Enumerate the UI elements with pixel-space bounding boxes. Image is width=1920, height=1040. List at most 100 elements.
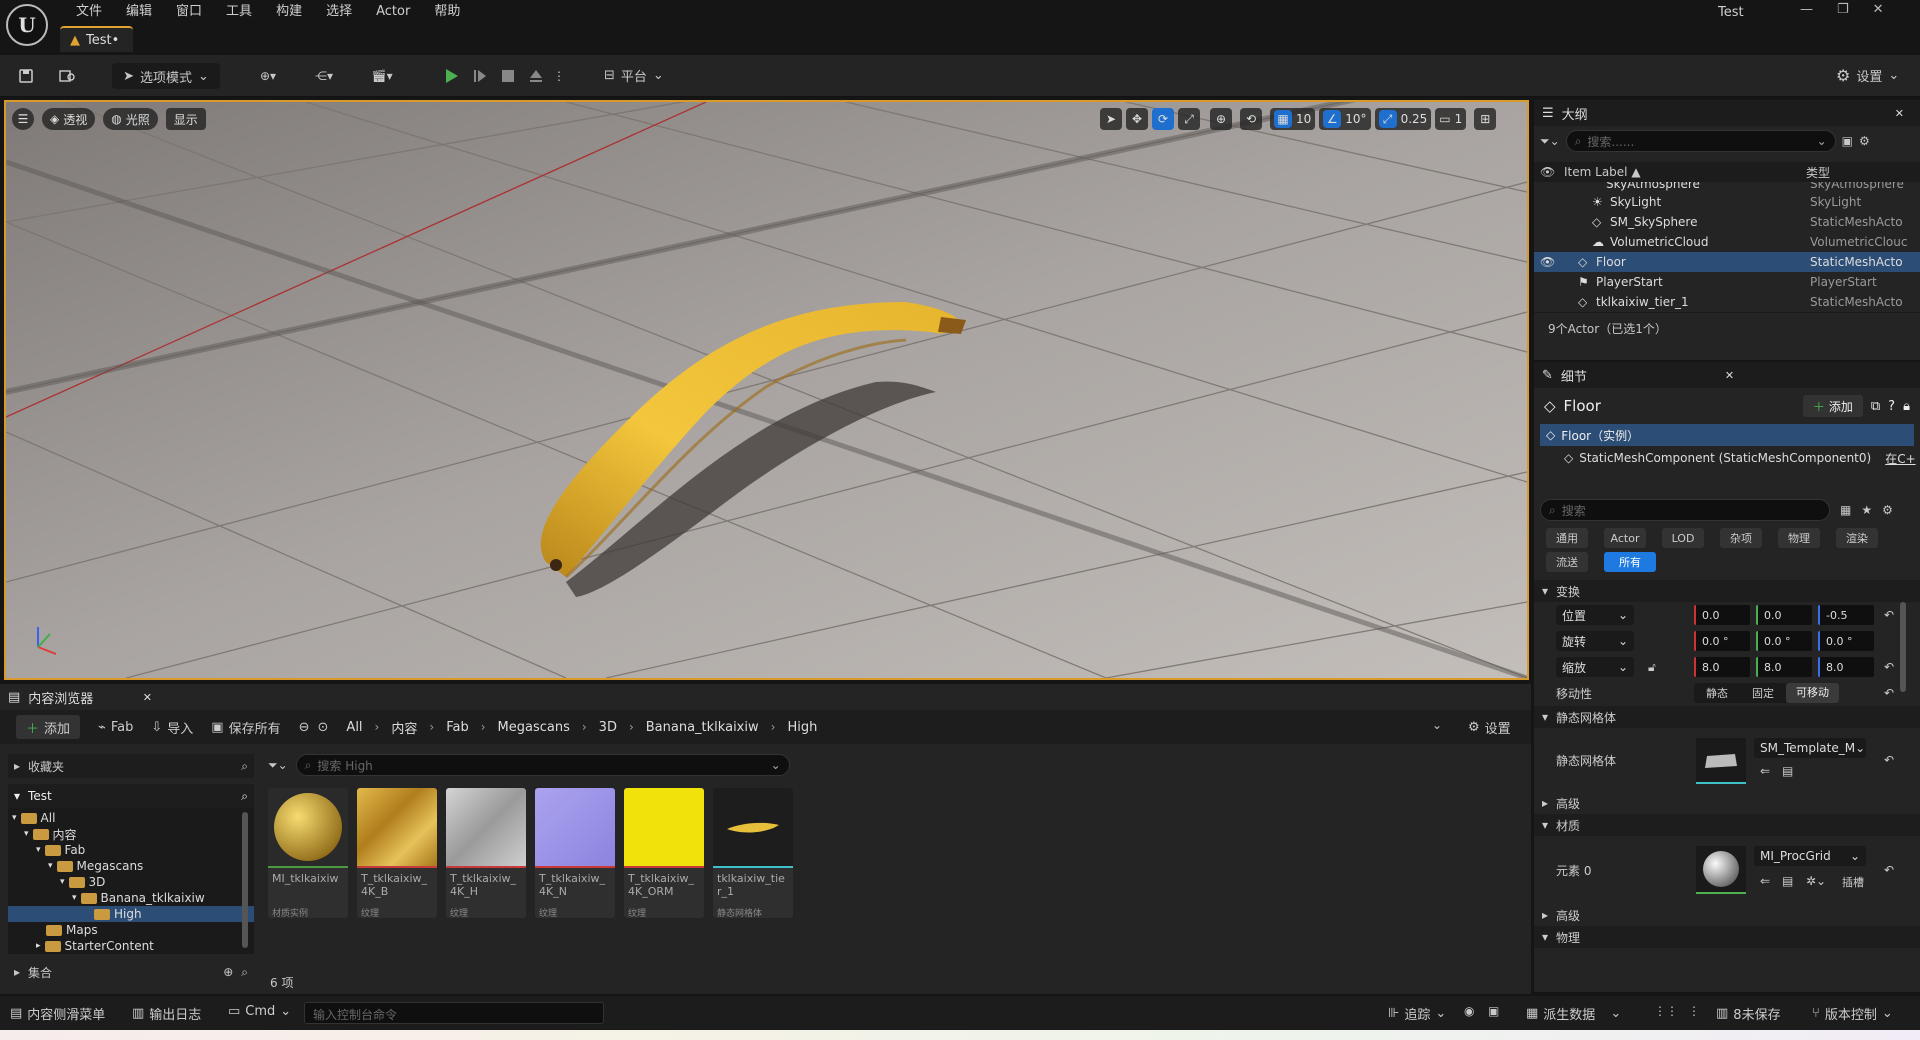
- add-component-button[interactable]: ＋ 添加: [1802, 395, 1863, 417]
- tree-item-banana[interactable]: ▾ Banana_tklkaixiw: [8, 890, 254, 906]
- rotation-y-field[interactable]: 0.0 °: [1756, 631, 1812, 651]
- tab-level-test[interactable]: ▲ Test•: [60, 26, 134, 52]
- stop-button[interactable]: [496, 62, 520, 90]
- lock-icon[interactable]: 🔓︎: [1648, 660, 1656, 675]
- move-tool-icon[interactable]: ✥: [1126, 108, 1148, 130]
- static-mesh-section-header[interactable]: ▾ 静态网格体: [1534, 706, 1920, 728]
- add-folder-icon[interactable]: ▣: [1842, 134, 1853, 148]
- category-lod[interactable]: LOD: [1662, 528, 1704, 548]
- outliner-row[interactable]: ☁ VolumetricCloud VolumetricClouc: [1534, 232, 1920, 252]
- content-browser-tab[interactable]: ▤ 内容浏览器 ✕: [0, 684, 160, 710]
- rotation-z-field[interactable]: 0.0 °: [1818, 631, 1874, 651]
- mobility-static[interactable]: 静态: [1694, 685, 1740, 701]
- materials-section-header[interactable]: ▾ 材质: [1534, 814, 1920, 836]
- viewport-menu-icon[interactable]: ☰: [12, 108, 34, 130]
- visibility-icon[interactable]: 👁︎: [1540, 255, 1555, 269]
- trace-button[interactable]: ⊪ 追踪 ⌄: [1388, 1004, 1446, 1023]
- content-add-button[interactable]: ＋ 添加: [16, 715, 81, 739]
- scale-tool-icon[interactable]: ⤢: [1178, 108, 1200, 130]
- rotation-snap-button[interactable]: ∠ 10°: [1319, 108, 1371, 130]
- mobility-stationary[interactable]: 固定: [1740, 685, 1786, 701]
- component-source-link[interactable]: 在C+: [1885, 450, 1915, 467]
- collections-header[interactable]: ▸ 集合 ⊕ ⌕: [8, 960, 254, 984]
- search-icon[interactable]: ⌕: [241, 965, 248, 980]
- item-label-header[interactable]: Item Label ▲: [1564, 165, 1641, 179]
- reset-icon[interactable]: ↶: [1884, 686, 1894, 700]
- tree-item-all[interactable]: ▾ All: [8, 810, 254, 826]
- menu-edit[interactable]: 编辑: [116, 2, 162, 22]
- menu-select[interactable]: 选择: [316, 2, 362, 22]
- close-icon[interactable]: ✕: [143, 691, 152, 704]
- breadcrumb-dropdown-icon[interactable]: ⌄: [1432, 718, 1442, 732]
- tree-item-content[interactable]: ▾ 内容: [8, 826, 254, 842]
- outliner-row[interactable]: ☀ SkyLight SkyLight: [1534, 192, 1920, 212]
- add-actor-button[interactable]: ⊕▾: [250, 62, 286, 90]
- asset-tile[interactable]: MI_tklkaixiw 材质实例: [268, 788, 348, 918]
- content-settings-button[interactable]: ⚙ 设置: [1468, 715, 1511, 739]
- step-button[interactable]: [468, 62, 492, 90]
- asset-tile[interactable]: T_tklkaixiw_4K_ORM 纹理: [624, 788, 704, 918]
- tree-item-fab[interactable]: ▾ Fab: [8, 842, 254, 858]
- surface-snap-icon[interactable]: ⟲: [1240, 108, 1262, 130]
- breadcrumb-high[interactable]: High: [787, 720, 817, 735]
- static-mesh-thumbnail[interactable]: [1696, 738, 1746, 784]
- search-icon[interactable]: ⌕: [241, 759, 248, 774]
- use-selected-icon[interactable]: ⇐: [1760, 764, 1770, 778]
- content-drawer-button[interactable]: ▤ 内容侧滑菜单: [10, 1004, 105, 1023]
- eject-button[interactable]: [524, 62, 548, 90]
- material-options-icon[interactable]: ✲⌄: [1806, 874, 1826, 888]
- physics-section-header[interactable]: ▾ 物理: [1534, 926, 1920, 948]
- tree-item-megascans[interactable]: ▾ Megascans: [8, 858, 254, 874]
- component-root-row[interactable]: ◇ Floor（实例）: [1540, 424, 1914, 446]
- asset-tile[interactable]: T_tklkaixiw_4K_N 纹理: [535, 788, 615, 918]
- details-scrollbar[interactable]: [1900, 602, 1906, 692]
- cmd-dropdown[interactable]: ▭ Cmd ⌄: [228, 1004, 291, 1019]
- asset-tile[interactable]: T_tklkaixiw_4K_B 纹理: [357, 788, 437, 918]
- lighting-button[interactable]: ◍ 光照: [103, 108, 158, 130]
- breadcrumb-megascans[interactable]: Megascans: [498, 720, 570, 735]
- asset-tile[interactable]: T_tklkaixiw_4K_H 纹理: [446, 788, 526, 918]
- mobility-movable[interactable]: 可移动: [1786, 683, 1839, 703]
- asset-tile[interactable]: tklkaixiw_tier_1 静态网格体: [713, 788, 793, 918]
- filter-icon[interactable]: ⏷⌄: [1540, 134, 1560, 149]
- table-view-icon[interactable]: ▦: [1840, 503, 1851, 517]
- viewport-layout-icon[interactable]: ⊞: [1474, 108, 1497, 130]
- breadcrumb-banana[interactable]: Banana_tklkaixiw: [646, 720, 759, 735]
- source-control-button[interactable]: ⑂ 版本控制 ⌄: [1812, 1004, 1893, 1023]
- location-z-field[interactable]: -0.5: [1818, 605, 1874, 625]
- grid-snap-button[interactable]: ▦ 10: [1270, 108, 1316, 130]
- use-selected-icon[interactable]: ⇐: [1760, 874, 1770, 888]
- details-search-input[interactable]: ⌕ 搜索: [1540, 499, 1830, 521]
- search-icon[interactable]: ⌕: [241, 789, 248, 804]
- reset-icon[interactable]: ↶: [1884, 753, 1894, 767]
- scale-dropdown[interactable]: 缩放 ⌄: [1556, 657, 1634, 677]
- reset-icon[interactable]: ↶: [1884, 608, 1894, 622]
- category-rendering[interactable]: 渲染: [1836, 528, 1878, 548]
- unsaved-button[interactable]: ▥ 8未保存: [1716, 1004, 1781, 1023]
- play-options-icon[interactable]: ⋮: [552, 62, 566, 90]
- gear-icon[interactable]: ⚙: [1859, 134, 1870, 148]
- tree-item-maps[interactable]: Maps: [8, 922, 254, 938]
- project-header[interactable]: ▾ Test ⌕: [8, 784, 254, 808]
- save-icon[interactable]: [14, 62, 38, 90]
- type-header[interactable]: 类型: [1806, 164, 1830, 181]
- platform-button[interactable]: ⊟ 平台 ⌄: [604, 66, 664, 85]
- restore-icon[interactable]: ❐: [1837, 2, 1849, 17]
- world-space-icon[interactable]: ⊕: [1210, 108, 1232, 130]
- tree-item-3d[interactable]: ▾ 3D: [8, 874, 254, 890]
- favorites-header[interactable]: ▸ 收藏夹 ⌕: [8, 754, 254, 778]
- menu-file[interactable]: 文件: [66, 2, 112, 22]
- menu-help[interactable]: 帮助: [424, 2, 470, 22]
- category-all[interactable]: 所有: [1604, 552, 1656, 572]
- rotate-tool-icon[interactable]: ⟳: [1152, 108, 1174, 130]
- rotation-x-field[interactable]: 0.0 °: [1694, 631, 1750, 651]
- category-streaming[interactable]: 流送: [1546, 552, 1588, 572]
- close-icon[interactable]: ✕: [1873, 2, 1884, 17]
- close-icon[interactable]: ✕: [1725, 369, 1734, 382]
- menu-build[interactable]: 构建: [266, 2, 312, 22]
- lock-icon[interactable]: 🔒︎: [1903, 399, 1910, 414]
- console-input[interactable]: 输入控制台命令: [304, 1002, 604, 1024]
- minimize-icon[interactable]: —: [1800, 2, 1813, 17]
- location-y-field[interactable]: 0.0: [1756, 605, 1812, 625]
- breadcrumb-content[interactable]: 内容: [391, 718, 417, 737]
